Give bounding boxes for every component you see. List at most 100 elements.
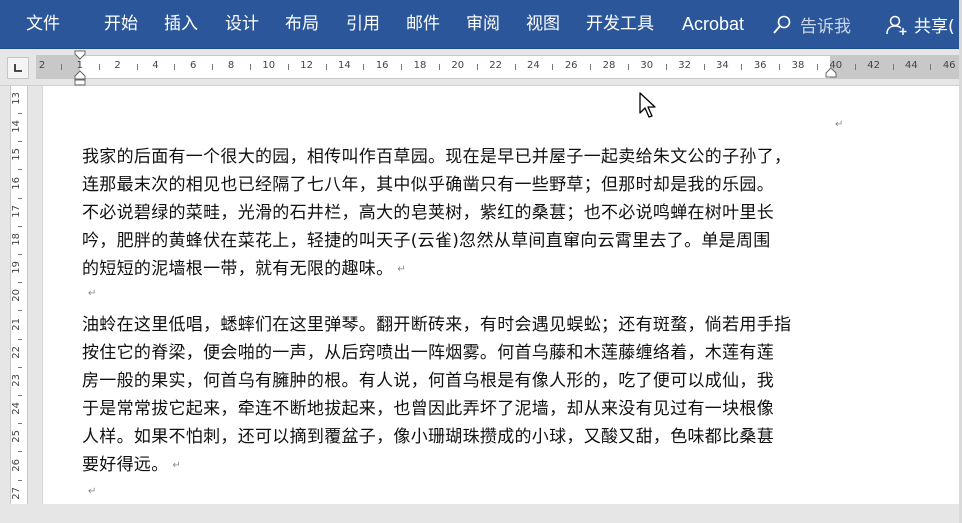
ruler-tick: [816, 64, 818, 70]
ribbon-tab[interactable]: 引用: [346, 0, 380, 49]
ribbon-tab[interactable]: 设计: [225, 0, 259, 49]
line-text: 按住它的脊梁，便会啪的一声，从后窍喷出一阵烟雾。何首乌藤和木莲藤缠络着，木莲有莲: [82, 343, 774, 363]
document-text-line[interactable]: 房一般的果实，何首乌有臃肿的根。有人说，何首乌根是有像人形的，吃了便可以成仙，我: [82, 366, 774, 391]
hanging-indent-marker[interactable]: [74, 70, 86, 86]
document-text-line[interactable]: 人样。如果不怕刺，还可以摘到覆盆子，像小珊瑚珠攒成的小球，又酸又甜，色味都比桑葚: [82, 422, 774, 447]
ruler-tick: [930, 64, 932, 70]
ruler-number: 4: [152, 60, 159, 71]
ruler-tick: [249, 64, 251, 70]
ruler-number: 12: [300, 60, 313, 71]
vertical-ruler-number: 27: [11, 486, 22, 500]
ruler-number: 2: [114, 60, 121, 71]
vertical-ruler-number: 17: [11, 204, 22, 218]
paragraph-mark: ↵: [172, 460, 182, 471]
vertical-ruler-number: 16: [11, 176, 22, 190]
document-text-line[interactable]: 我家的后面有一个很大的园，相传叫作百草园。现在是早已并屋子一起卖给朱文公的子孙了…: [82, 142, 791, 167]
right-indent-marker[interactable]: [825, 67, 837, 78]
ruler-tick: [703, 64, 705, 70]
document-text-line[interactable]: 的短短的泥墙根一带，就有无限的趣味。 ↵: [82, 254, 406, 279]
ribbon-tab[interactable]: 文件: [26, 0, 60, 49]
ruler-tick: [98, 64, 100, 70]
vertical-ruler-tick: [18, 254, 22, 255]
canvas-background: [0, 504, 962, 523]
ribbon-tab[interactable]: Acrobat: [682, 0, 744, 49]
ruler-number: 44: [905, 60, 918, 71]
ruler-number: 34: [716, 60, 729, 71]
ruler-number: 36: [753, 60, 767, 71]
vertical-ruler-tick: [18, 141, 22, 143]
ruler-number: 10: [262, 60, 276, 71]
search-icon: [773, 15, 791, 34]
document-text-line[interactable]: 连那最末次的相见也已经隔了七八年，其中似乎确凿只有一些野草；但那时却是我的乐园。: [82, 170, 774, 195]
document-text-line[interactable]: 要好得远。 ↵: [82, 450, 181, 475]
tab-selector-button[interactable]: [7, 57, 29, 79]
vertical-ruler-tick: [18, 282, 22, 284]
ruler-tick: [514, 64, 516, 70]
vertical-ruler-tick: [18, 395, 22, 396]
document-text-line[interactable]: 不必说碧绿的菜畦，光滑的石井栏，高大的皂荚树，紫红的桑葚；也不必说鸣蝉在树叶里长: [82, 198, 774, 223]
horizontal-ruler: 2 1 2 4 6 8 10 12 14 16 18 20 22 24 26 28 30 32 34 36 38 40 42…: [0, 49, 962, 86]
ruler-tick: [892, 64, 894, 70]
first-line-indent-marker[interactable]: [74, 50, 86, 60]
ruler-tick: [854, 64, 856, 70]
ruler-tick: [60, 64, 62, 70]
ribbon-tab[interactable]: 开发工具: [586, 0, 654, 49]
vertical-ruler-number: 25: [11, 430, 22, 444]
ribbon-tab[interactable]: 开始: [104, 0, 138, 49]
document-text-line[interactable]: 按住它的脊梁，便会啪的一声，从后窍喷出一阵烟雾。何首乌藤和木莲藤缠络着，木莲有莲: [82, 338, 774, 363]
share-label: 共享(: [914, 17, 955, 37]
ruler-tick: [174, 64, 176, 70]
line-text: 房一般的果实，何首乌有臃肿的根。有人说，何首乌根是有像人形的，吃了便可以成仙，我: [82, 371, 774, 391]
vertical-ruler-tick: [18, 169, 22, 171]
vertical-ruler-tick: [18, 451, 22, 453]
paragraph-mark: ↵: [397, 264, 407, 275]
tell-me-box[interactable]: 告诉我: [772, 0, 851, 49]
ruler-number: 26: [564, 60, 578, 71]
paragraph-mark: ↵: [835, 119, 844, 130]
document-text-line[interactable]: 油蛉在这里低唱，蟋蟀们在这里弹琴。翻开断砖来，有时会遇见蜈蚣；还有斑蝥，倘若用手…: [82, 310, 791, 335]
line-text: 油蛉在这里低唱，蟋蟀们在这里弹琴。翻开断砖来，有时会遇见蜈蚣；还有斑蝥，倘若用手…: [82, 315, 792, 335]
ruler-number: 24: [527, 60, 540, 71]
line-text: 的短短的泥墙根一带，就有无限的趣味。: [82, 259, 394, 279]
vertical-ruler-number: 23: [11, 374, 22, 387]
ribbon-tab[interactable]: 审阅: [466, 0, 500, 49]
vertical-ruler-tick: [18, 310, 22, 312]
ruler-tick: [779, 64, 781, 70]
ruler-number: 18: [413, 60, 427, 71]
document-text-line[interactable]: 于是常常拔它起来，牵连不断地拔起来，也曾因此弄坏了泥墙，却从来没有见过有一块根像: [82, 394, 774, 419]
vertical-ruler-tick: [18, 113, 22, 114]
mouse-pointer-icon: [639, 92, 656, 118]
ribbon-tab[interactable]: 插入: [164, 0, 198, 49]
paragraph-mark: ↵: [88, 486, 97, 497]
ribbon-tab[interactable]: 邮件: [406, 0, 440, 49]
document-text-line[interactable]: 吟，肥胖的黄蜂伏在菜花上，轻捷的叫天子(云雀)忽然从草间直窜向云霄里去了。单是周…: [82, 226, 771, 251]
share-button[interactable]: 共享(: [886, 0, 955, 49]
line-text: 连那最末次的相见也已经隔了七八年，其中似乎确凿只有一些野草；但那时却是我的乐园。: [82, 175, 774, 195]
vertical-ruler-tick: [18, 479, 22, 481]
ruler-number: 20: [451, 60, 465, 71]
vertical-ruler-bar[interactable]: 13 14 15 16 17 18 19 20 21 22 23 24 25 26 27: [10, 86, 28, 509]
ruler-tick: [136, 64, 138, 70]
ruler-number: 8: [227, 60, 235, 71]
line-text: 人样。如果不怕刺，还可以摘到覆盆子，像小珊瑚珠攒成的小球，又酸又甜，色味都比桑葚: [82, 427, 774, 447]
ruler-bar[interactable]: 2 1 2 4 6 8 10 12 14 16 18 20 22 24 26 28 30 32 34 36 38 40 42…: [36, 55, 962, 79]
line-text: 吟，肥胖的黄蜂伏在菜花上，轻捷的叫天子(云雀)忽然从草间直窜向云霄里去了。单是周…: [82, 231, 771, 251]
ribbon-tab[interactable]: 布局: [285, 0, 319, 49]
ruler-number: 16: [375, 60, 389, 71]
vertical-ruler-tick: [18, 423, 22, 425]
ruler-number: 14: [338, 60, 351, 71]
paragraph-mark: ↵: [88, 288, 97, 299]
line-text: 我家的后面有一个很大的园，相传叫作百草园。现在是早已并屋子一起卖给朱文公的子孙了…: [82, 147, 792, 167]
left-tab-icon: [14, 64, 22, 72]
line-text: 要好得远。: [82, 455, 169, 475]
ruler-number: 6: [190, 60, 197, 71]
ribbon-tab[interactable]: 视图: [526, 0, 560, 49]
ruler-number: 32: [678, 60, 691, 71]
line-text: 不必说碧绿的菜畦，光滑的石井栏，高大的皂荚树，紫红的桑葚；也不必说鸣蝉在树叶里长: [82, 203, 774, 223]
vertical-ruler-tick: [18, 225, 22, 227]
ruler-tick: [401, 64, 403, 70]
vertical-ruler-tick: [18, 366, 22, 368]
ruler-tick: [325, 64, 327, 70]
vertical-ruler-number: 20: [11, 289, 22, 303]
ribbon-tab-bar: 文件 开始 插入 设计 布局 引用 邮件 审阅 视图 开发工具 Acrobat 告诉我 共享(: [0, 0, 962, 49]
